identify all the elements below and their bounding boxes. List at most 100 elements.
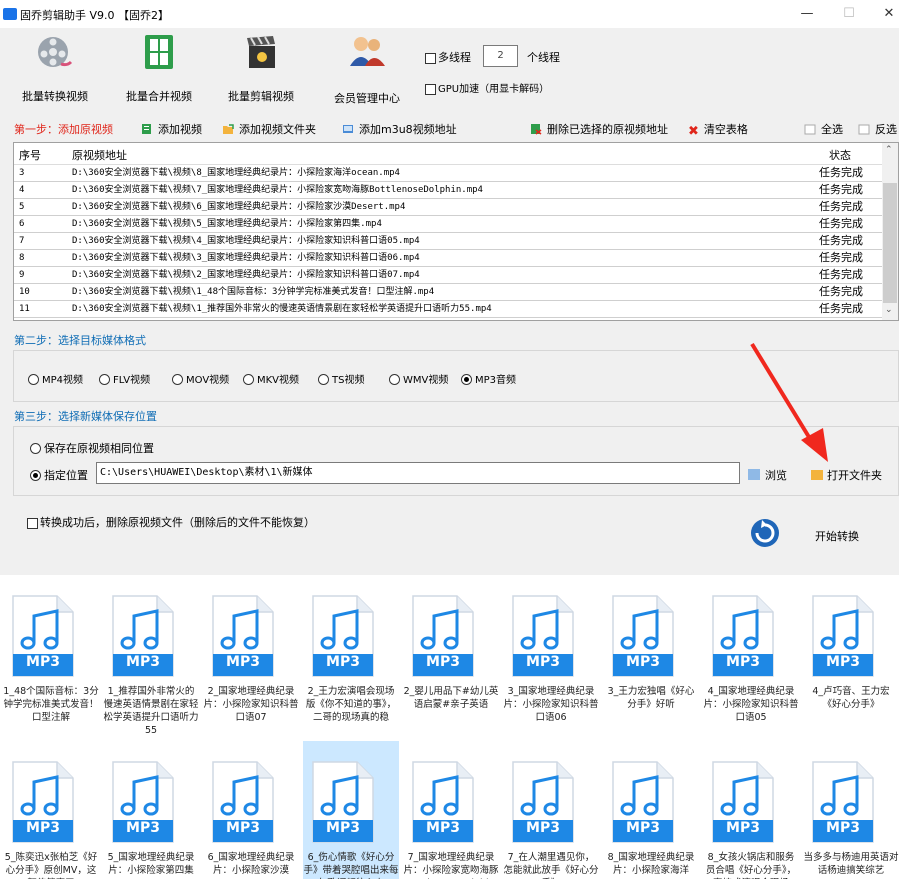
minimize-button[interactable]: —: [794, 4, 820, 24]
table-row[interactable]: 10 D:\360安全浏览器下载\视频\1_48个国际音标：3分钟学完标准美式发音…: [14, 284, 884, 301]
mp3-file[interactable]: MP3 2_国家地理经典纪录片：小探险家知识科普口语07: [203, 575, 299, 737]
add-folder-button[interactable]: 添加视频文件夹: [222, 121, 316, 137]
same-location-radio[interactable]: [30, 443, 41, 454]
scroll-up-icon[interactable]: ⌃: [885, 145, 893, 155]
mp3-file[interactable]: MP3 6_伤心情歌《好心分手》带着哭腔唱出来每句歌词都往心上: [303, 741, 399, 879]
format-option[interactable]: TS视频: [318, 371, 364, 386]
col-path-header[interactable]: 原视频地址: [72, 147, 127, 163]
close-button[interactable]: ✕: [876, 4, 899, 24]
table-row[interactable]: 5 D:\360安全浏览器下载\视频\6_国家地理经典纪录片：小探险家沙漠Dese…: [14, 199, 884, 216]
format-option[interactable]: FLV视频: [99, 371, 150, 386]
mp3-badge: MP3: [826, 654, 860, 670]
format-label: MP3音频: [475, 375, 517, 386]
mp3-file[interactable]: MP3 3_国家地理经典纪录片：小探险家知识科普口语06: [503, 575, 599, 737]
select-all-button[interactable]: 全选: [804, 121, 843, 137]
delete-selected-button[interactable]: 删除已选择的原视频地址: [530, 121, 668, 137]
format-option[interactable]: MP3音频: [461, 371, 516, 386]
batch-merge-button[interactable]: 批量合并视频: [114, 32, 204, 104]
same-location-option[interactable]: 保存在原视频相同位置: [30, 440, 154, 456]
scroll-thumb[interactable]: [883, 183, 897, 303]
custom-location-option[interactable]: 指定位置: [30, 467, 88, 483]
format-radio[interactable]: [28, 374, 39, 385]
delete-after-option[interactable]: 转换成功后，删除原视频文件（删除后的文件不能恢复）: [27, 514, 315, 530]
open-folder-button[interactable]: 打开文件夹: [811, 467, 882, 483]
batch-convert-button[interactable]: 批量转换视频: [10, 32, 100, 104]
multithread-option[interactable]: 多线程: [425, 49, 471, 65]
mp3-badge: MP3: [726, 820, 760, 836]
mp3-badge: MP3: [26, 820, 60, 836]
format-radio[interactable]: [172, 374, 183, 385]
mp3-file[interactable]: MP3 7_在人潮里遇见你，怎能就此放手《好心分手》: [503, 741, 599, 879]
table-scrollbar[interactable]: ⌃ ⌄: [882, 143, 898, 320]
format-radio[interactable]: [99, 374, 110, 385]
mp3-file[interactable]: MP3 2_王力宏演唱会现场版《你不知道的事》，二哥的现场真的稳: [303, 575, 399, 737]
mp3-file[interactable]: MP3 8_国家地理经典纪录片：小探险家海洋ocean: [603, 741, 699, 879]
multithread-checkbox[interactable]: [425, 52, 436, 64]
cell-path: D:\360安全浏览器下载\视频\5_国家地理经典纪录片：小探险家第四集.mp4: [72, 219, 382, 229]
mp3-file[interactable]: MP3 8_女孩火锅店和服务员合唱《好心分手》，直接成演唱会现场: [703, 741, 799, 879]
format-radio[interactable]: [461, 374, 472, 385]
mp3-file[interactable]: MP3 5_国家地理经典纪录片：小探险家第四集: [103, 741, 199, 879]
file-name: 1_推荐国外非常火的慢速英语情景剧在家轻松学英语提升口语听力55: [103, 686, 199, 736]
member-center-button[interactable]: 会员管理中心: [322, 32, 412, 105]
file-name: 5_国家地理经典纪录片：小探险家第四集: [107, 852, 195, 876]
mp3-file[interactable]: MP3 1_推荐国外非常火的慢速英语情景剧在家轻松学英语提升口语听力55: [103, 575, 199, 737]
table-row[interactable]: 6 D:\360安全浏览器下载\视频\5_国家地理经典纪录片：小探险家第四集.mp…: [14, 216, 884, 233]
cell-path: D:\360安全浏览器下载\视频\2_国家地理经典纪录片：小探险家知识科普口语0…: [72, 270, 420, 280]
format-option[interactable]: MKV视频: [243, 371, 299, 386]
browse-button[interactable]: 浏览: [748, 467, 787, 483]
format-radio[interactable]: [318, 374, 329, 385]
batch-edit-button[interactable]: 批量剪辑视频: [216, 32, 306, 104]
mp3-file[interactable]: MP3 7_国家地理经典纪录片：小探险家宽吻海豚BottlenoseDolphin: [403, 741, 499, 879]
format-option[interactable]: MOV视频: [172, 371, 229, 386]
mp3-file[interactable]: MP3 1_48个国际音标：3分钟学完标准美式发音！口型注解: [3, 575, 99, 737]
col-status-header[interactable]: 状态: [829, 147, 851, 163]
format-radio[interactable]: [243, 374, 254, 385]
add-m3u8-button[interactable]: 添加m3u8视频地址: [342, 121, 457, 137]
maximize-button[interactable]: ☐: [836, 4, 862, 24]
delete-after-checkbox[interactable]: [27, 517, 38, 529]
format-radio[interactable]: [389, 374, 400, 385]
table-row[interactable]: 7 D:\360安全浏览器下载\视频\4_国家地理经典纪录片：小探险家知识科普口语…: [14, 233, 884, 250]
mp3-badge: MP3: [426, 820, 460, 836]
cell-index: 5: [19, 202, 25, 212]
thread-count-input[interactable]: 2: [483, 45, 518, 67]
file-name: 6_国家地理经典纪录片：小探险家沙漠Desert: [207, 852, 295, 879]
gpu-checkbox[interactable]: [425, 83, 436, 95]
threads-suffix: 个线程: [527, 51, 560, 64]
file-gallery: MP3 1_48个国际音标：3分钟学完标准美式发音！口型注解 MP3 1_推荐国外非常…: [0, 575, 899, 879]
gpu-option[interactable]: GPU加速（用显卡解码）: [425, 80, 549, 95]
mp3-file[interactable]: MP3 当多多与杨迪用英语对话杨迪搞笑综艺: [803, 741, 899, 879]
start-convert-button[interactable]: 开始转换: [815, 528, 859, 544]
table-row[interactable]: 4 D:\360安全浏览器下载\视频\7_国家地理经典纪录片：小探险家宽吻海豚Bo…: [14, 182, 884, 199]
invert-select-button[interactable]: 反选: [858, 121, 897, 137]
file-name: 4_国家地理经典纪录片：小探险家知识科普口语05: [703, 686, 799, 723]
refresh-convert-icon[interactable]: [748, 515, 782, 549]
members-icon: [350, 37, 385, 66]
mp3-file[interactable]: MP3 5_陈奕迅x张柏芝《好心分手》原创MV，这颜值简直了: [3, 741, 99, 879]
scroll-down-icon[interactable]: ⌄: [885, 305, 893, 315]
video-table[interactable]: 序号 原视频地址 状态 3 D:\360安全浏览器下载\视频\8_国家地理经典纪录…: [13, 142, 899, 321]
film-reel-icon: [38, 37, 73, 67]
col-index-header[interactable]: 序号: [19, 147, 41, 163]
mp3-file[interactable]: MP3 4_国家地理经典纪录片：小探险家知识科普口语05: [703, 575, 799, 737]
add-video-button[interactable]: 添加视频: [141, 121, 202, 137]
mp3-file[interactable]: MP3 3_王力宏独唱《好心分手》好听: [603, 575, 699, 737]
table-row[interactable]: 3 D:\360安全浏览器下载\视频\8_国家地理经典纪录片：小探险家海洋ocea…: [14, 165, 884, 182]
mp3-file[interactable]: MP3 2_婴儿用品下#幼儿英语启蒙#亲子英语: [403, 575, 499, 737]
format-option[interactable]: WMV视频: [389, 371, 448, 386]
format-option[interactable]: MP4视频: [28, 371, 83, 386]
cell-path: D:\360安全浏览器下载\视频\7_国家地理经典纪录片：小探险家宽吻海豚Bot…: [72, 185, 483, 195]
format-label: WMV视频: [403, 375, 449, 386]
mp3-file[interactable]: MP3 4_卢巧音、王力宏《好心分手》: [803, 575, 899, 737]
cell-index: 10: [19, 287, 30, 297]
cell-status: 任务完成: [819, 200, 863, 213]
mp3-badge: MP3: [326, 820, 360, 836]
custom-location-radio[interactable]: [30, 470, 41, 481]
table-row[interactable]: 11 D:\360安全浏览器下载\视频\1_推荐国外非常火的慢速英语情景剧在家轻松…: [14, 301, 884, 318]
save-path-input[interactable]: C:\Users\HUAWEI\Desktop\素材\1\新媒体: [96, 462, 740, 484]
clear-table-button[interactable]: ✖ 清空表格: [688, 121, 748, 138]
table-row[interactable]: 9 D:\360安全浏览器下载\视频\2_国家地理经典纪录片：小探险家知识科普口语…: [14, 267, 884, 284]
mp3-file[interactable]: MP3 6_国家地理经典纪录片：小探险家沙漠Desert: [203, 741, 299, 879]
table-row[interactable]: 8 D:\360安全浏览器下载\视频\3_国家地理经典纪录片：小探险家知识科普口语…: [14, 250, 884, 267]
